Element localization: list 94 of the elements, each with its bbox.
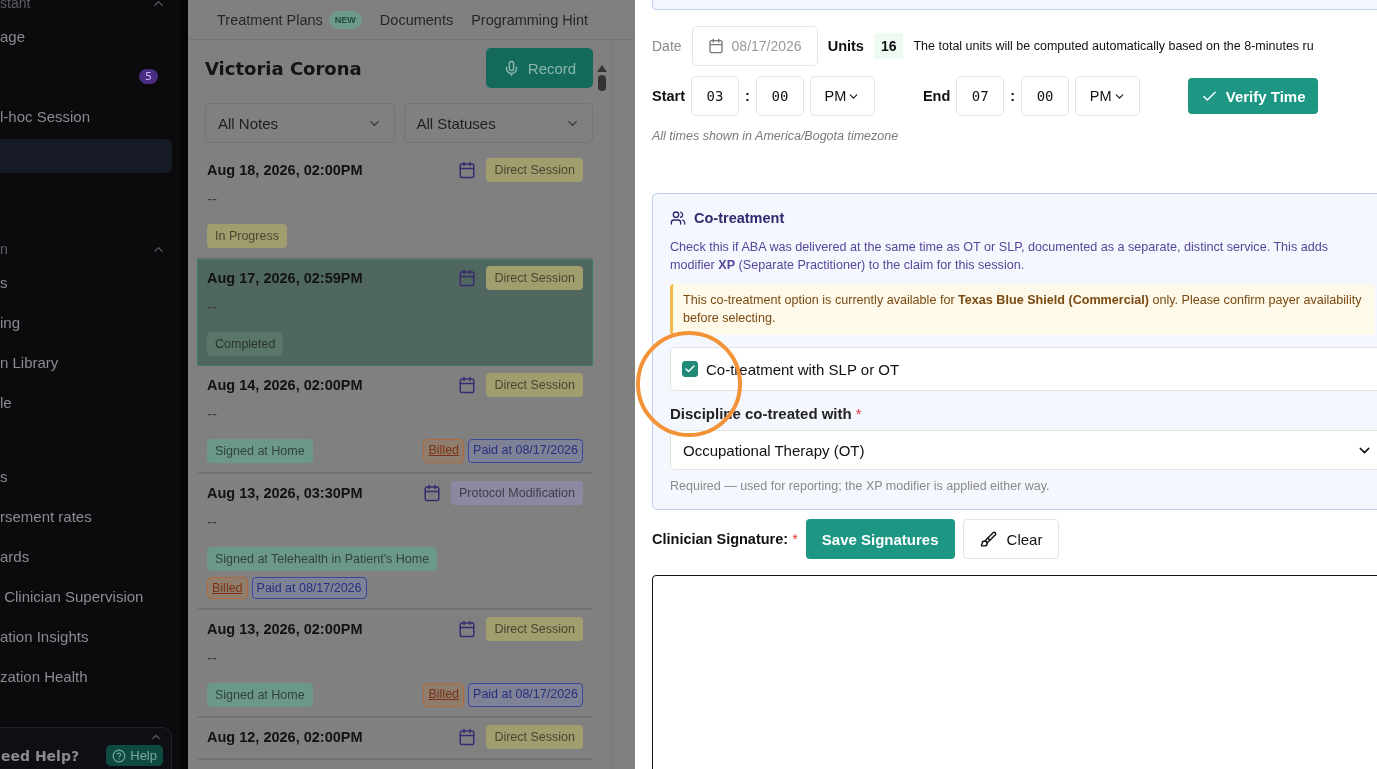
note-card[interactable]: Aug 13, 2026, 02:00PM Direct Session -- Signed at Home Billed Paid at 08/17/2026 — [197, 610, 593, 718]
session-type-tag: Direct Session — [486, 725, 583, 749]
sidebar-item-label[interactable]: age — [0, 27, 26, 45]
checkbox[interactable] — [682, 361, 698, 377]
sidebar-item-label[interactable]: ation Insights — [0, 627, 89, 645]
availability-warning: This co-treatment option is currently available for Texas Blue Shield (Commercial) only. Please confirm payer availability before selecting. — [670, 284, 1375, 335]
status-tag: Signed at Home — [207, 683, 313, 707]
section-header: n — [0, 241, 8, 257]
scrollbar-thumb[interactable] — [598, 75, 606, 91]
calendar-icon — [458, 269, 477, 287]
note-summary: -- — [207, 406, 218, 422]
note-date: Aug 13, 2026, 03:30PM — [207, 485, 363, 501]
session-type-tag: Direct Session — [486, 158, 583, 182]
tab[interactable]: Documents — [379, 11, 454, 28]
field-hint: Required — used for reporting; the XP modifier is applied either way. — [670, 479, 1051, 493]
save-signatures-button[interactable]: Save Signatures — [805, 519, 955, 559]
sidebar-item-label[interactable]: s — [0, 467, 8, 485]
help-button[interactable]: Help — [106, 745, 163, 766]
check-icon — [684, 363, 696, 375]
sidebar-item-label[interactable]: le — [0, 393, 12, 411]
calendar-icon — [458, 728, 477, 746]
session-type-tag: Direct Session — [486, 266, 583, 290]
sidebar-item-label[interactable]: zation Health — [0, 667, 88, 685]
panel-title: Co-treatment — [694, 210, 785, 226]
patient-name: Victoria Corona — [205, 57, 362, 79]
brush-icon — [979, 530, 997, 548]
minute-field[interactable]: 00 — [1021, 76, 1070, 116]
sidebar-item-label[interactable]: ards — [0, 547, 30, 565]
note-card[interactable]: Aug 12, 2026, 02:00PM Direct Session — [197, 718, 593, 760]
paid-tag: Paid at 08/17/2026 — [251, 577, 367, 599]
calendar-icon — [422, 484, 441, 502]
status-tag: Completed — [207, 332, 284, 356]
sidebar-item-label[interactable]: ing — [0, 313, 21, 331]
note-date: Aug 13, 2026, 02:00PM — [207, 621, 363, 637]
field-label: Clinician Signature: * — [652, 531, 798, 547]
note-date: Aug 14, 2026, 02:00PM — [207, 377, 363, 393]
tab[interactable]: Programming Hint — [471, 11, 589, 28]
new-badge: NEW — [328, 10, 362, 29]
note-summary: -- — [207, 514, 218, 530]
calendar-icon — [458, 376, 477, 394]
clear-button[interactable]: Clear — [962, 519, 1060, 559]
session-type-tag: Direct Session — [486, 373, 583, 397]
scroll-up-icon[interactable] — [597, 65, 607, 72]
units-note: The total units will be computed automatically based on the 8-minutes ru — [913, 39, 1314, 53]
paid-tag: Paid at 08/17/2026 — [468, 683, 583, 707]
session-type-tag: Protocol Modification — [450, 481, 583, 505]
note-summary: -- — [207, 650, 218, 666]
help-title: eed Help? — [1, 747, 80, 764]
sidebar-item-label[interactable]: Clinician Supervision — [0, 587, 144, 605]
billed-tag: Billed — [423, 683, 465, 707]
status-tag: Signed at Telehealth in Patient's Home — [207, 547, 438, 571]
note-card[interactable]: Aug 17, 2026, 02:59PM Direct Session -- Completed — [197, 259, 593, 366]
filter-select[interactable]: All Notes — [205, 103, 395, 143]
period-select[interactable]: PM — [809, 76, 875, 116]
units-value: 16 — [873, 33, 904, 59]
count-badge: 5 — [139, 68, 158, 84]
sidebar-item-label[interactable]: s — [0, 273, 8, 291]
tab[interactable]: Treatment Plans NEW — [217, 10, 362, 29]
paid-tag: Paid at 08/17/2026 — [468, 439, 583, 463]
calendar-icon — [458, 620, 477, 638]
note-date: Aug 12, 2026, 02:00PM — [207, 729, 363, 745]
hour-field[interactable]: 03 — [691, 76, 740, 116]
minute-field[interactable]: 00 — [755, 76, 804, 116]
status-tag: Signed at Home — [207, 439, 313, 463]
field-label: Date — [652, 38, 682, 54]
field-label: Start — [652, 88, 686, 104]
field-label: Units — [827, 38, 864, 54]
period-select[interactable]: PM — [1075, 76, 1141, 116]
billed-tag: Billed — [207, 577, 248, 599]
note-summary: -- — [207, 299, 218, 315]
session-type-tag: Direct Session — [486, 617, 583, 641]
sidebar-item-label[interactable]: l-hoc Session — [0, 107, 91, 125]
billed-tag: Billed — [423, 439, 465, 463]
discipline-select[interactable]: Occupational Therapy (OT) — [670, 430, 1377, 470]
users-icon — [670, 210, 686, 226]
sidebar-item-label[interactable]: rsement rates — [0, 507, 92, 525]
sidebar-item-label[interactable]: n Library — [0, 353, 59, 371]
filter-select[interactable]: All Statuses — [403, 103, 593, 143]
field-label: End — [922, 88, 951, 104]
time-separator: : — [1010, 88, 1016, 104]
hour-field[interactable]: 07 — [956, 76, 1005, 116]
verify-time-button[interactable]: Verify Time — [1188, 78, 1319, 114]
calendar-icon — [707, 38, 724, 54]
cotreatment-description: Check this if ABA was delivered at the same time as OT or SLP, documented as a separate, distinct service. This adds modifier XP (Separate Practitioner) to the claim for this session. — [670, 239, 1329, 274]
note-summary: -- — [207, 191, 218, 207]
note-card[interactable]: Aug 14, 2026, 02:00PM Direct Session -- Signed at Home Billed Paid at 08/17/2026 — [197, 366, 593, 474]
status-tag: In Progress — [207, 224, 287, 248]
help-icon — [112, 748, 127, 763]
note-card[interactable]: Aug 13, 2026, 03:30PM Protocol Modification -- Signed at Telehealth in Patient's Home Billed Paid at 08/17/2026 — [197, 474, 593, 610]
note-date: Aug 17, 2026, 02:59PM — [207, 270, 363, 286]
timezone-note: All times shown in America/Bogota timezone — [652, 129, 900, 143]
note-date: Aug 18, 2026, 02:00PM — [207, 162, 363, 178]
time-separator: : — [745, 88, 750, 104]
calendar-icon — [458, 161, 477, 179]
